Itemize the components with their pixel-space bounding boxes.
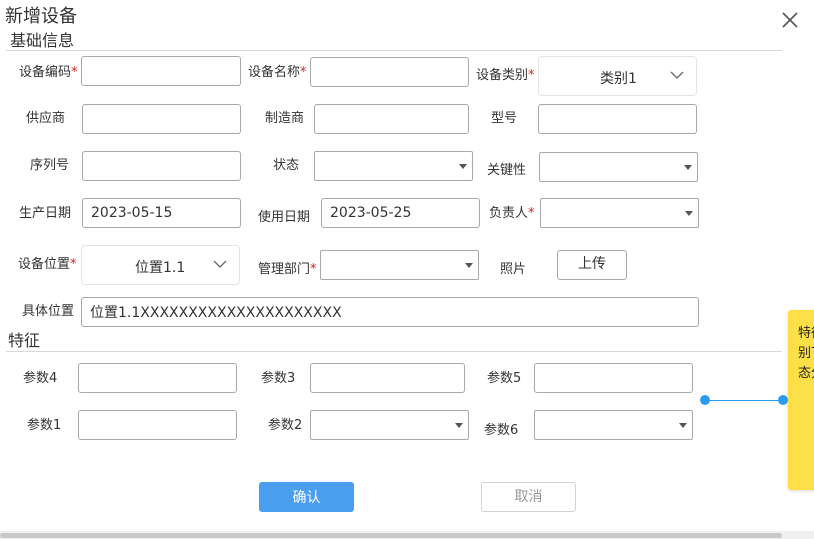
param2-label: 参数2 [268,418,303,433]
param1-label: 参数1 [27,418,62,433]
confirm-button[interactable]: 确认 [259,482,354,512]
param6-select[interactable] [534,410,693,440]
status-select[interactable] [314,151,473,181]
supplier-label: 供应商 [26,111,66,126]
production-date-input[interactable] [82,198,241,228]
section-title-basic: 基础信息 [10,31,75,50]
caret-down-icon [685,211,693,216]
criticality-select[interactable] [539,152,698,182]
section-title-features: 特征 [8,331,41,350]
param5-input[interactable] [534,363,693,393]
caret-down-icon [459,164,467,169]
sticky-note-line: 态分 [798,366,814,381]
owner-label: 负责人* [489,206,535,221]
criticality-label: 关键性 [487,163,527,178]
connector-handle-left[interactable] [700,395,710,405]
upload-button[interactable]: 上传 [557,250,627,280]
param3-input[interactable] [310,363,465,393]
use-date-input[interactable] [321,198,480,228]
param4-input[interactable] [78,363,237,393]
manufacturer-input[interactable] [314,104,469,134]
model-input[interactable] [538,104,697,134]
caret-down-icon [684,165,692,170]
param5-label: 参数5 [487,371,522,386]
name-input[interactable] [310,57,469,87]
caret-down-icon [679,423,687,428]
location-value: 位置1.1 [135,260,186,276]
chevron-down-icon [213,260,227,268]
manufacturer-label: 制造商 [265,111,305,126]
param4-label: 参数4 [23,371,58,386]
department-select[interactable] [320,250,479,280]
location-dropdown[interactable]: 位置1.1 [81,245,240,285]
serial-label: 序列号 [30,158,70,173]
section-divider [6,351,782,352]
scrollbar-thumb[interactable] [0,533,782,538]
sticky-note-line: 别下 [798,346,814,361]
supplier-input[interactable] [82,104,241,134]
detail-location-label: 具体位置 [22,304,75,319]
code-label: 设备编码* [19,65,78,80]
caret-down-icon [455,423,463,428]
category-dropdown[interactable]: 类别1 [538,56,697,96]
cancel-button[interactable]: 取消 [481,482,576,512]
sticky-note[interactable]: 特征 别下 态分 [788,310,814,490]
department-label: 管理部门* [258,262,317,277]
connector-line [705,400,783,401]
param6-label: 参数6 [484,423,519,438]
connector-handle-right[interactable] [778,395,788,405]
status-label: 状态 [273,158,300,173]
use-date-label: 使用日期 [258,210,311,225]
category-label: 设备类别* [476,68,535,83]
serial-input[interactable] [82,151,241,181]
detail-location-input[interactable] [81,297,699,327]
production-date-label: 生产日期 [19,206,72,221]
close-icon[interactable] [778,8,802,32]
category-value: 类别1 [600,71,637,87]
location-label: 设备位置* [18,257,77,272]
chevron-down-icon [670,71,684,79]
section-divider [6,50,782,51]
photo-label: 照片 [500,262,527,277]
param2-select[interactable] [310,410,469,440]
name-label: 设备名称* [248,65,307,80]
model-label: 型号 [491,111,518,126]
owner-select[interactable] [540,198,699,228]
param1-input[interactable] [78,410,237,440]
param3-label: 参数3 [261,371,296,386]
dialog-title: 新增设备 [5,6,77,27]
code-input[interactable] [81,56,241,86]
caret-down-icon [465,263,473,268]
sticky-note-line: 特征 [798,326,814,341]
